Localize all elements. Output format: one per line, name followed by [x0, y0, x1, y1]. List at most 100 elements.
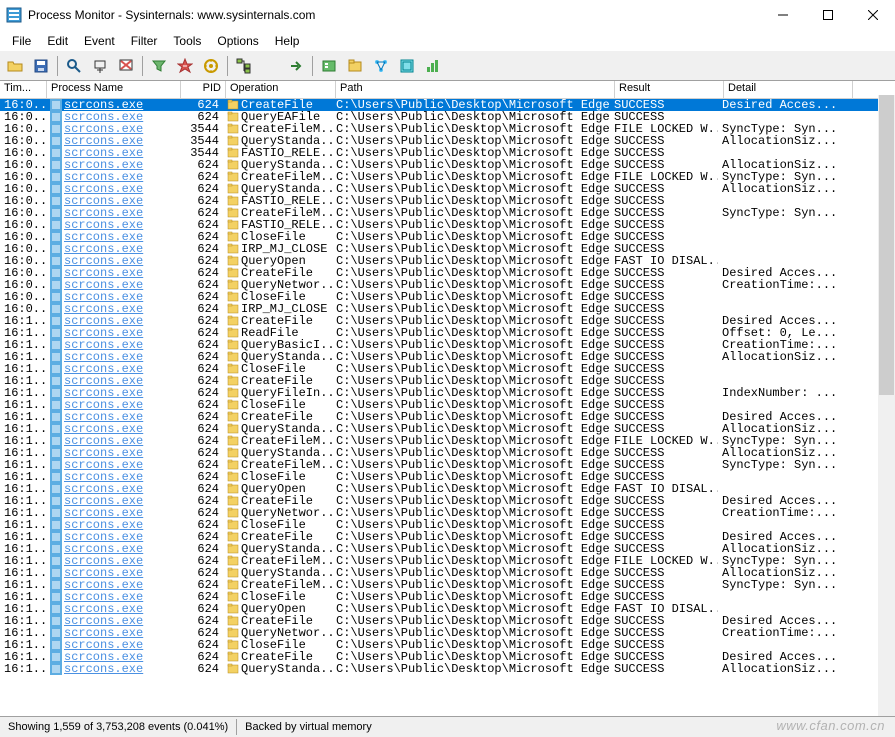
cell-time: 16:1... — [0, 531, 46, 543]
table-row[interactable]: 16:1...scrcons.exe624CreateFileC:\Users\… — [0, 651, 895, 663]
table-row[interactable]: 16:0...scrcons.exe3544FASTIO_RELE...C:\U… — [0, 147, 895, 159]
cell-pid: 624 — [179, 471, 223, 483]
cell-time: 16:0... — [0, 207, 46, 219]
table-row[interactable]: 16:1...scrcons.exe624CloseFileC:\Users\P… — [0, 363, 895, 375]
maximize-button[interactable] — [805, 1, 850, 29]
menu-tools[interactable]: Tools — [165, 32, 209, 50]
table-row[interactable]: 16:0...scrcons.exe624CloseFileC:\Users\P… — [0, 291, 895, 303]
table-row[interactable]: 16:1...scrcons.exe624QueryStanda...C:\Us… — [0, 543, 895, 555]
save-button[interactable] — [29, 54, 53, 78]
table-row[interactable]: 16:0...scrcons.exe624IRP_MJ_CLOSEC:\User… — [0, 303, 895, 315]
show-profiling-button[interactable] — [421, 54, 445, 78]
col-detail[interactable]: Detail — [724, 81, 853, 98]
table-row[interactable]: 16:1...scrcons.exe624QueryOpenC:\Users\P… — [0, 603, 895, 615]
table-row[interactable]: 16:0...scrcons.exe624QueryEAFileC:\Users… — [0, 111, 895, 123]
table-row[interactable]: 16:1...scrcons.exe624QueryBasicI...C:\Us… — [0, 339, 895, 351]
col-operation[interactable]: Operation — [226, 81, 336, 98]
menu-options[interactable]: Options — [209, 32, 266, 50]
col-time[interactable]: Tim... — [0, 81, 47, 98]
table-row[interactable]: 16:1...scrcons.exe624CloseFileC:\Users\P… — [0, 639, 895, 651]
table-row[interactable]: 16:0...scrcons.exe624CreateFileM...C:\Us… — [0, 171, 895, 183]
table-row[interactable]: 16:1...scrcons.exe624CreateFileC:\Users\… — [0, 411, 895, 423]
cell-path: C:\Users\Public\Desktop\Microsoft Edge.l… — [332, 159, 610, 171]
capture-button[interactable] — [62, 54, 86, 78]
table-row[interactable]: 16:1...scrcons.exe624CreateFileM...C:\Us… — [0, 555, 895, 567]
table-row[interactable]: 16:0...scrcons.exe624CreateFileC:\Users\… — [0, 267, 895, 279]
table-row[interactable]: 16:1...scrcons.exe624CloseFileC:\Users\P… — [0, 519, 895, 531]
cell-path: C:\Users\Public\Desktop\Microsoft Edge.l… — [332, 411, 610, 423]
table-row[interactable]: 16:0...scrcons.exe624FASTIO_RELE...C:\Us… — [0, 219, 895, 231]
col-result[interactable]: Result — [615, 81, 724, 98]
show-network-button[interactable] — [369, 54, 393, 78]
table-row[interactable]: 16:1...scrcons.exe624CreateFileC:\Users\… — [0, 615, 895, 627]
table-row[interactable]: 16:0...scrcons.exe624CreateFileM...C:\Us… — [0, 207, 895, 219]
table-row[interactable]: 16:0...scrcons.exe3544CreateFileM...C:\U… — [0, 123, 895, 135]
table-row[interactable]: 16:1...scrcons.exe624CreateFileM...C:\Us… — [0, 459, 895, 471]
menu-filter[interactable]: Filter — [123, 32, 166, 50]
table-row[interactable]: 16:1...scrcons.exe624CreateFileC:\Users\… — [0, 495, 895, 507]
cell-process: scrcons.exe — [46, 639, 179, 651]
highlight-button[interactable] — [173, 54, 197, 78]
cell-process: scrcons.exe — [46, 603, 179, 615]
menu-help[interactable]: Help — [267, 32, 308, 50]
cell-path: C:\Users\Public\Desktop\Microsoft Edge.l… — [332, 615, 610, 627]
show-filesystem-button[interactable] — [343, 54, 367, 78]
menu-event[interactable]: Event — [76, 32, 123, 50]
cell-process: scrcons.exe — [46, 651, 179, 663]
cell-result: FAST IO DISAL... — [610, 603, 718, 615]
table-row[interactable]: 16:0...scrcons.exe624FASTIO_RELE...C:\Us… — [0, 195, 895, 207]
table-row[interactable]: 16:0...scrcons.exe624QueryStanda...C:\Us… — [0, 159, 895, 171]
table-row[interactable]: 16:1...scrcons.exe624CreateFileC:\Users\… — [0, 375, 895, 387]
autoscroll-button[interactable] — [88, 54, 112, 78]
clear-button[interactable] — [114, 54, 138, 78]
table-row[interactable]: 16:1...scrcons.exe624ReadFileC:\Users\Pu… — [0, 327, 895, 339]
find-button[interactable] — [258, 54, 282, 78]
jump-button[interactable] — [284, 54, 308, 78]
table-row[interactable]: 16:0...scrcons.exe624QueryOpenC:\Users\P… — [0, 255, 895, 267]
table-row[interactable]: 16:1...scrcons.exe624QueryStanda...C:\Us… — [0, 447, 895, 459]
cell-detail — [718, 519, 846, 531]
table-row[interactable]: 16:1...scrcons.exe624CloseFileC:\Users\P… — [0, 399, 895, 411]
table-row[interactable]: 16:1...scrcons.exe624CloseFileC:\Users\P… — [0, 471, 895, 483]
process-tree-button[interactable] — [232, 54, 256, 78]
cell-time: 16:1... — [0, 387, 46, 399]
cell-result: SUCCESS — [610, 399, 718, 411]
table-row[interactable]: 16:0...scrcons.exe624QueryStanda...C:\Us… — [0, 183, 895, 195]
table-row[interactable]: 16:1...scrcons.exe624QueryFileIn...C:\Us… — [0, 387, 895, 399]
show-registry-button[interactable] — [317, 54, 341, 78]
table-row[interactable]: 16:1...scrcons.exe624QueryStanda...C:\Us… — [0, 567, 895, 579]
col-pid[interactable]: PID — [181, 81, 226, 98]
menu-file[interactable]: File — [4, 32, 39, 50]
cell-process: scrcons.exe — [46, 183, 179, 195]
table-row[interactable]: 16:1...scrcons.exe624QueryStanda...C:\Us… — [0, 351, 895, 363]
minimize-button[interactable] — [760, 1, 805, 29]
open-button[interactable] — [3, 54, 27, 78]
filter-button[interactable] — [147, 54, 171, 78]
table-row[interactable]: 16:0...scrcons.exe3544QueryStanda...C:\U… — [0, 135, 895, 147]
include-process-button[interactable] — [199, 54, 223, 78]
cell-detail: CreationTime:... — [718, 627, 846, 639]
table-row[interactable]: 16:1...scrcons.exe624QueryNetwor...C:\Us… — [0, 507, 895, 519]
cell-operation: CreateFileM... — [223, 435, 332, 447]
table-row[interactable]: 16:1...scrcons.exe624CreateFileM...C:\Us… — [0, 579, 895, 591]
col-path[interactable]: Path — [336, 81, 615, 98]
table-row[interactable]: 16:1...scrcons.exe624CreateFileM...C:\Us… — [0, 435, 895, 447]
show-process-button[interactable] — [395, 54, 419, 78]
table-row[interactable]: 16:1...scrcons.exe624QueryOpenC:\Users\P… — [0, 483, 895, 495]
vertical-scrollbar[interactable] — [878, 95, 895, 717]
table-row[interactable]: 16:1...scrcons.exe624CreateFileC:\Users\… — [0, 315, 895, 327]
table-row[interactable]: 16:1...scrcons.exe624QueryNetwor...C:\Us… — [0, 627, 895, 639]
cell-process: scrcons.exe — [46, 531, 179, 543]
table-row[interactable]: 16:0...scrcons.exe624CloseFileC:\Users\P… — [0, 231, 895, 243]
table-row[interactable]: 16:0...scrcons.exe624IRP_MJ_CLOSEC:\User… — [0, 243, 895, 255]
menu-edit[interactable]: Edit — [39, 32, 76, 50]
col-process[interactable]: Process Name — [47, 81, 181, 98]
table-row[interactable]: 16:1...scrcons.exe624QueryStanda...C:\Us… — [0, 663, 895, 675]
table-row[interactable]: 16:1...scrcons.exe624CloseFileC:\Users\P… — [0, 591, 895, 603]
event-list[interactable]: 16:0...scrcons.exe624CreateFileC:\Users\… — [0, 99, 895, 718]
close-button[interactable] — [850, 1, 895, 29]
table-row[interactable]: 16:1...scrcons.exe624QueryStanda...C:\Us… — [0, 423, 895, 435]
table-row[interactable]: 16:0...scrcons.exe624QueryNetwor...C:\Us… — [0, 279, 895, 291]
table-row[interactable]: 16:1...scrcons.exe624CreateFileC:\Users\… — [0, 531, 895, 543]
table-row[interactable]: 16:0...scrcons.exe624CreateFileC:\Users\… — [0, 99, 895, 111]
